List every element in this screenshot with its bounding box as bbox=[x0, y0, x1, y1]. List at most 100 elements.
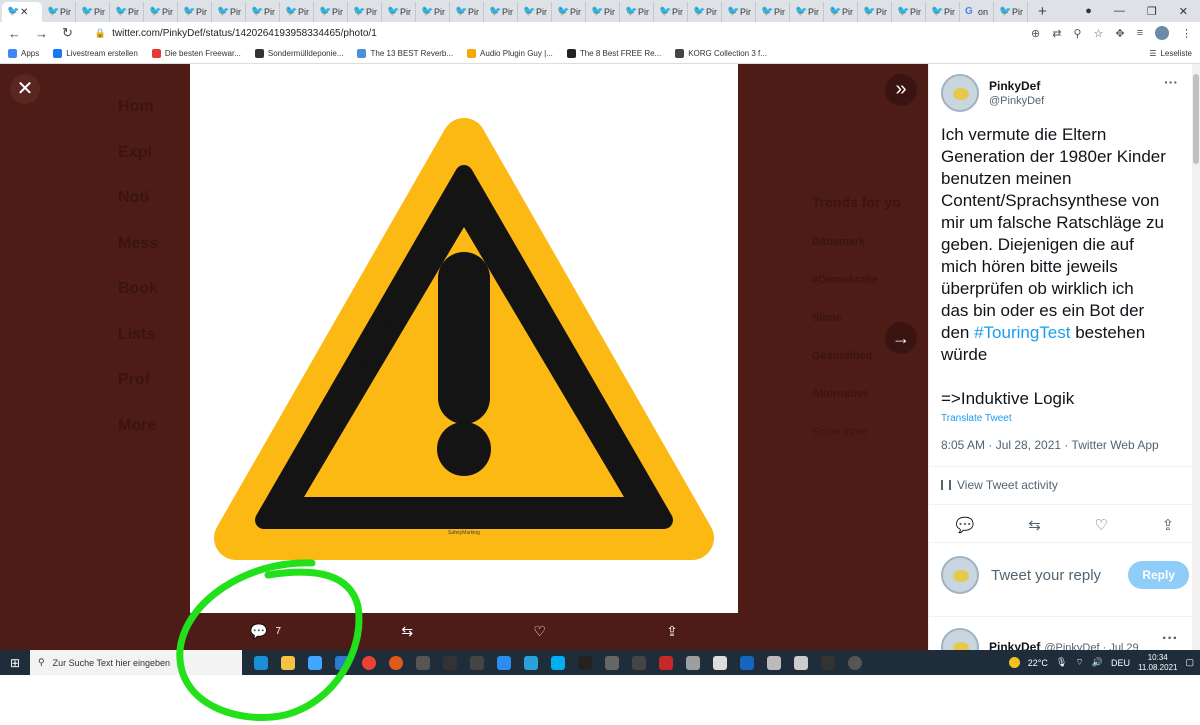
browser-tab[interactable]: Gon bbox=[960, 2, 994, 22]
browser-tab-active[interactable]: 🐦 ✕ bbox=[2, 2, 42, 22]
app-icon[interactable] bbox=[848, 655, 862, 670]
minimize-button[interactable]: — bbox=[1114, 5, 1125, 18]
new-tab-button[interactable]: + bbox=[1028, 3, 1057, 20]
bookmark-item[interactable]: The 13 BEST Reverb... bbox=[357, 49, 453, 58]
author-name[interactable]: PinkyDef bbox=[989, 79, 1044, 93]
browser-tab[interactable]: 🐦 Pir bbox=[178, 2, 212, 22]
close-photo-button[interactable]: ✕ bbox=[10, 74, 40, 104]
browser-tab[interactable]: 🐦 Pir bbox=[110, 2, 144, 22]
next-reply[interactable]: PinkyDef @PinkyDef · Jul 29 bbox=[941, 628, 1139, 650]
profile-indicator-icon[interactable]: ● bbox=[1085, 5, 1092, 18]
bookmark-item[interactable]: The 8 Best FREE Re... bbox=[566, 49, 661, 58]
browser-tab[interactable]: 🐦 Pir bbox=[348, 2, 382, 22]
ubuntu-icon[interactable] bbox=[389, 655, 403, 670]
share-icon[interactable]: ⇪ bbox=[1162, 516, 1175, 534]
app-icon[interactable] bbox=[821, 655, 835, 670]
menu-icon[interactable]: ⋮ bbox=[1181, 27, 1192, 40]
reply-author-name[interactable]: PinkyDef bbox=[989, 640, 1040, 650]
app-icon[interactable] bbox=[659, 655, 673, 670]
temperature[interactable]: 22°C bbox=[1028, 658, 1048, 668]
browser-tab[interactable]: 🐦 Pir bbox=[76, 2, 110, 22]
taskbar-search[interactable]: ⚲ Zur Suche Text hier eingeben bbox=[30, 650, 242, 675]
tweet-author[interactable]: PinkyDef @PinkyDef bbox=[941, 74, 1044, 112]
app-icon[interactable] bbox=[740, 655, 754, 670]
app-icon[interactable] bbox=[443, 655, 457, 670]
scrollbar-thumb[interactable] bbox=[1193, 74, 1199, 164]
reply-icon[interactable]: 💬 bbox=[956, 516, 975, 534]
browser-tab[interactable]: 🐦 Pir bbox=[790, 2, 824, 22]
bookmark-item[interactable]: KORG Collection 3 f... bbox=[675, 49, 767, 58]
share-button[interactable]: ⇪ bbox=[666, 623, 678, 640]
bookmark-item[interactable]: Apps bbox=[8, 49, 39, 58]
app-icon[interactable] bbox=[416, 655, 430, 670]
more-options-icon[interactable]: ··· bbox=[1164, 74, 1178, 90]
address-bar[interactable]: 🔒 twitter.com/PinkyDef/status/1420264193… bbox=[94, 24, 1017, 42]
bookmark-item[interactable]: Sondermülldeponie... bbox=[254, 49, 343, 58]
retweet-button[interactable]: ⇆ bbox=[401, 623, 413, 640]
media-icon[interactable]: ≡ bbox=[1137, 27, 1143, 39]
chrome-icon[interactable] bbox=[362, 655, 376, 670]
bookmark-item[interactable]: Livestream erstellen bbox=[53, 49, 138, 58]
browser-tab[interactable]: 🐦 Pir bbox=[246, 2, 280, 22]
forward-button[interactable]: → bbox=[35, 26, 48, 41]
notifications-icon[interactable]: ▢ bbox=[1185, 657, 1194, 668]
zoom-icon[interactable]: ⚲ bbox=[1073, 27, 1081, 40]
back-button[interactable]: ← bbox=[8, 26, 21, 41]
reply-button[interactable]: 💬 7 bbox=[250, 623, 281, 640]
weather-sun-icon[interactable] bbox=[1008, 657, 1020, 668]
maximize-button[interactable]: ❐ bbox=[1147, 5, 1157, 18]
telegram-icon[interactable] bbox=[524, 655, 538, 670]
reading-list-button[interactable]: ☰ Leseliste bbox=[1149, 49, 1192, 58]
tweet-timestamp[interactable]: 8:05 AM · Jul 28, 2021 · Twitter Web App bbox=[941, 438, 1159, 452]
mic-icon[interactable]: 🎙 bbox=[1056, 657, 1067, 668]
browser-tab[interactable]: 🐦 Pir bbox=[382, 2, 416, 22]
reload-button[interactable]: ↻ bbox=[62, 25, 73, 41]
translate-icon[interactable]: ⇄ bbox=[1052, 27, 1061, 40]
browser-tab[interactable]: 🐦 Pir bbox=[314, 2, 348, 22]
browser-tab[interactable]: 🐦 Pir bbox=[620, 2, 654, 22]
language-indicator[interactable]: DEU bbox=[1111, 658, 1130, 668]
browser-tab[interactable]: 🐦 Pir bbox=[926, 2, 960, 22]
explorer-icon[interactable] bbox=[281, 655, 295, 670]
store-icon[interactable] bbox=[308, 655, 322, 670]
browser-tab[interactable]: 🐦 Pir bbox=[722, 2, 756, 22]
edge-icon[interactable] bbox=[254, 655, 268, 670]
app-icon[interactable] bbox=[632, 655, 646, 670]
skype-icon[interactable] bbox=[551, 655, 565, 670]
app-icon[interactable] bbox=[767, 655, 781, 670]
browser-tab[interactable]: 🐦 Pir bbox=[42, 2, 76, 22]
reply-input[interactable]: Tweet your reply bbox=[991, 567, 1116, 584]
browser-tab[interactable]: 🐦 Pir bbox=[654, 2, 688, 22]
app-icon[interactable] bbox=[470, 655, 484, 670]
app-icon[interactable] bbox=[686, 655, 700, 670]
more-options-icon[interactable]: ··· bbox=[1162, 630, 1178, 648]
windows-start-icon[interactable]: ⊞ bbox=[0, 656, 30, 670]
browser-tab[interactable]: 🐦 Pir bbox=[994, 2, 1028, 22]
browser-tab[interactable]: 🐦 Pir bbox=[586, 2, 620, 22]
collapse-panel-button[interactable]: » bbox=[885, 74, 917, 106]
browser-tab[interactable]: 🐦 Pir bbox=[518, 2, 552, 22]
browser-tab[interactable]: 🐦 Pir bbox=[280, 2, 314, 22]
reply-submit-button[interactable]: Reply bbox=[1128, 561, 1189, 589]
app-icon[interactable] bbox=[497, 655, 511, 670]
bookmark-item[interactable]: Audio Plugin Guy |... bbox=[467, 49, 553, 58]
translate-tweet-link[interactable]: Translate Tweet bbox=[941, 413, 1012, 424]
browser-tab[interactable]: 🐦 Pir bbox=[552, 2, 586, 22]
browser-tab[interactable]: 🐦 Pir bbox=[144, 2, 178, 22]
author-avatar[interactable] bbox=[941, 74, 979, 112]
heart-icon[interactable]: ♡ bbox=[1094, 516, 1107, 534]
browser-tab[interactable]: 🐦 Pir bbox=[484, 2, 518, 22]
install-app-icon[interactable]: ⊕ bbox=[1031, 27, 1040, 40]
profile-avatar[interactable] bbox=[1155, 26, 1169, 40]
clock[interactable]: 10:34 11.08.2021 bbox=[1138, 653, 1177, 673]
browser-tab[interactable]: 🐦 Pir bbox=[824, 2, 858, 22]
close-window-button[interactable]: ✕ bbox=[1179, 5, 1188, 18]
like-button[interactable]: ♡ bbox=[533, 623, 546, 640]
browser-tab[interactable]: 🐦 Pir bbox=[212, 2, 246, 22]
extensions-icon[interactable]: ✥ bbox=[1115, 27, 1124, 40]
wifi-icon[interactable]: ⌔ bbox=[1075, 657, 1083, 668]
volume-icon[interactable]: 🔊 bbox=[1092, 657, 1103, 668]
browser-tab[interactable]: 🐦 Pir bbox=[858, 2, 892, 22]
browser-tab[interactable]: 🐦 Pir bbox=[892, 2, 926, 22]
app-icon[interactable] bbox=[713, 655, 727, 670]
